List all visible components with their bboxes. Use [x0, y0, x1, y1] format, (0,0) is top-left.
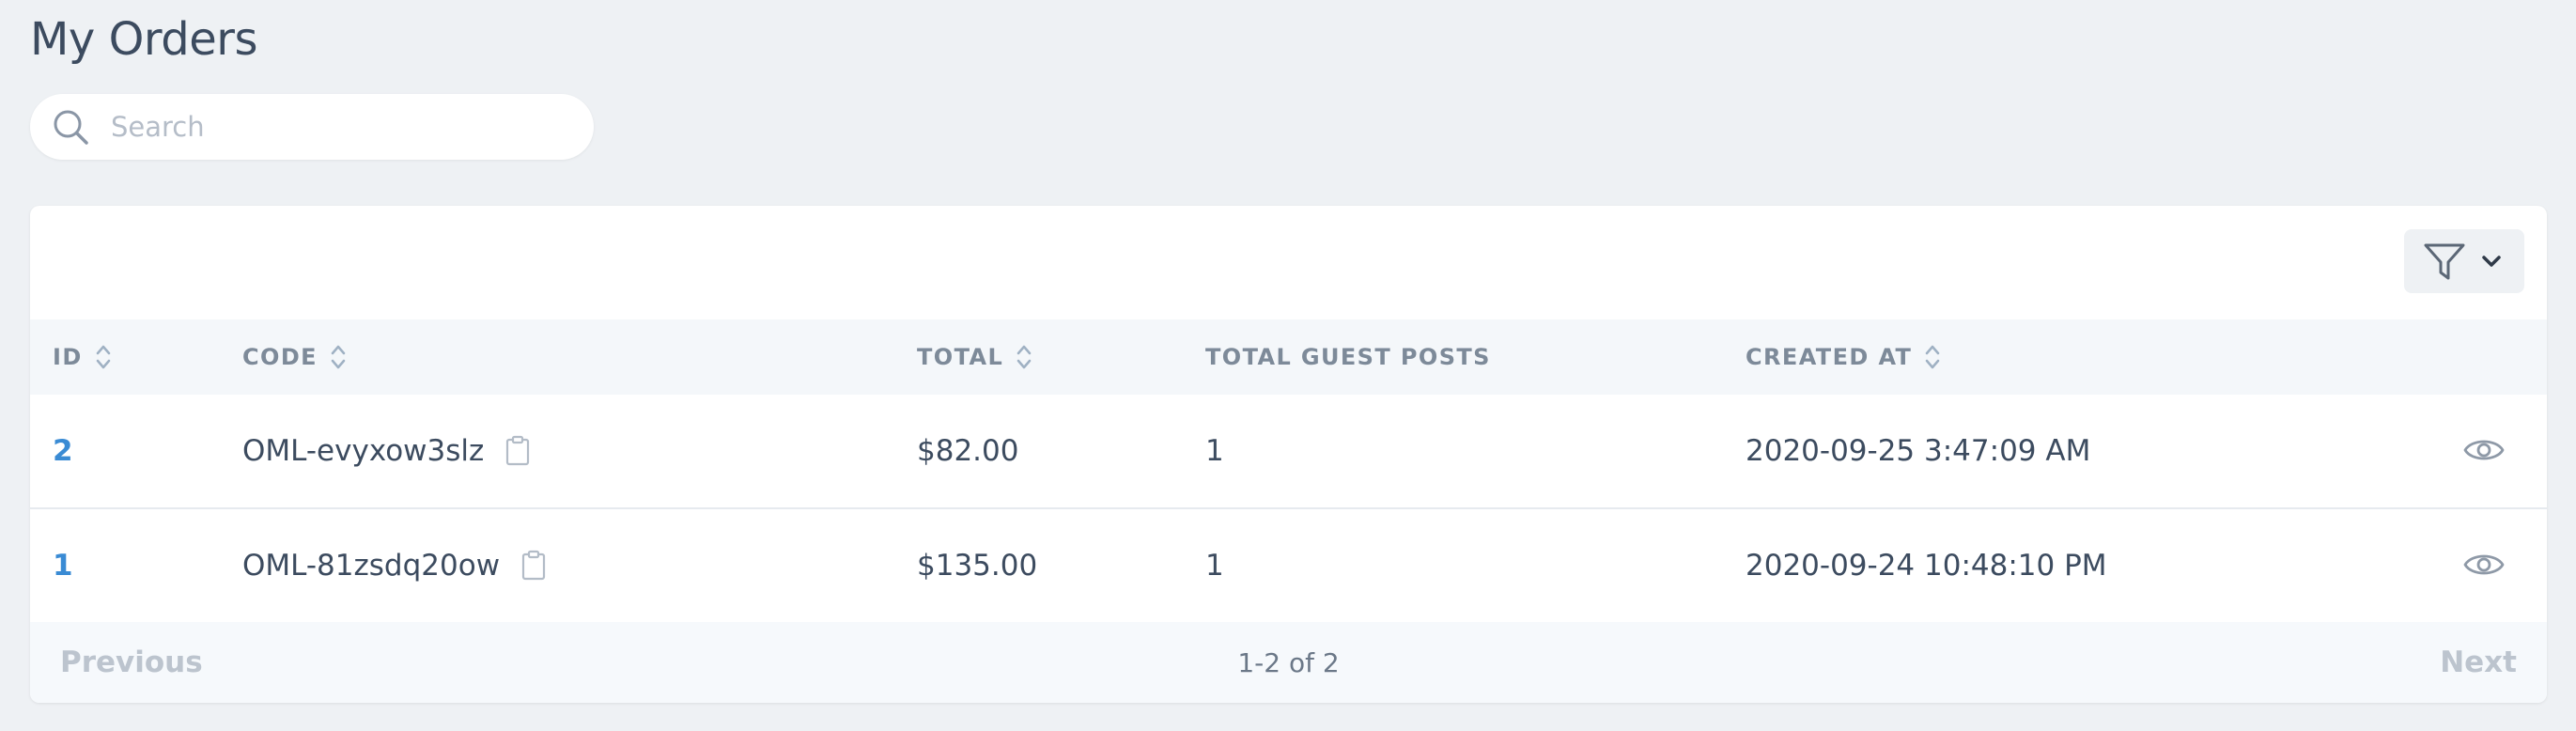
column-header-id[interactable]: ID [53, 319, 113, 395]
eye-icon[interactable] [2462, 434, 2506, 466]
order-total: $135.00 [917, 549, 1038, 583]
table-header: ID CODE TOTAL TOTAL GUEST POSTS CREATED … [30, 319, 2547, 397]
column-header-label: TOTAL [917, 344, 1004, 370]
search-bar [30, 94, 594, 160]
previous-button[interactable]: Previous [60, 622, 203, 703]
sort-icon[interactable] [94, 342, 113, 372]
column-header-total[interactable]: TOTAL [917, 319, 1033, 395]
pagination-count: 1-2 of 2 [1237, 646, 1340, 678]
table-row: 1 OML-81zsdq20ow $135.00 1 2020-09-24 10… [30, 509, 2547, 624]
chevron-down-icon [2482, 256, 2501, 267]
order-total: $82.00 [917, 434, 1019, 468]
order-guest-posts: 1 [1205, 434, 1224, 468]
column-header-code[interactable]: CODE [242, 319, 348, 395]
sort-icon[interactable] [1015, 342, 1033, 372]
order-code: OML-81zsdq20ow [242, 549, 501, 583]
clipboard-icon[interactable] [520, 550, 547, 582]
order-code: OML-evyxow3slz [242, 434, 485, 468]
eye-icon[interactable] [2462, 549, 2506, 581]
order-code-cell: OML-evyxow3slz [242, 395, 531, 507]
column-header-label: ID [53, 344, 83, 370]
order-id-link[interactable]: 2 [53, 395, 73, 507]
table-toolbar [30, 206, 2547, 321]
order-created-at: 2020-09-24 10:48:10 PM [1746, 549, 2107, 583]
next-button[interactable]: Next [2440, 622, 2517, 703]
order-guest-posts: 1 [1205, 549, 1224, 583]
filter-button[interactable] [2404, 229, 2524, 293]
clipboard-icon[interactable] [504, 435, 531, 467]
orders-card: ID CODE TOTAL TOTAL GUEST POSTS CREATED … [30, 206, 2547, 703]
column-header-guest-posts: TOTAL GUEST POSTS [1205, 319, 1491, 395]
order-created-at: 2020-09-25 3:47:09 AM [1746, 434, 2091, 468]
search-input[interactable] [111, 94, 571, 160]
order-id-link[interactable]: 1 [53, 509, 73, 622]
column-header-created-at[interactable]: CREATED AT [1746, 319, 1942, 395]
sort-icon[interactable] [1923, 342, 1942, 372]
sort-icon[interactable] [329, 342, 348, 372]
column-header-label: TOTAL GUEST POSTS [1205, 344, 1491, 370]
funnel-icon [2424, 243, 2465, 280]
search-icon [54, 110, 88, 145]
pagination: 1-2 of 2 Previous Next [30, 622, 2547, 703]
column-header-label: CODE [242, 344, 318, 370]
order-code-cell: OML-81zsdq20ow [242, 509, 547, 622]
table-row: 2 OML-evyxow3slz $82.00 1 2020-09-25 3:4… [30, 395, 2547, 509]
column-header-label: CREATED AT [1746, 344, 1913, 370]
page-title: My Orders [30, 13, 258, 66]
